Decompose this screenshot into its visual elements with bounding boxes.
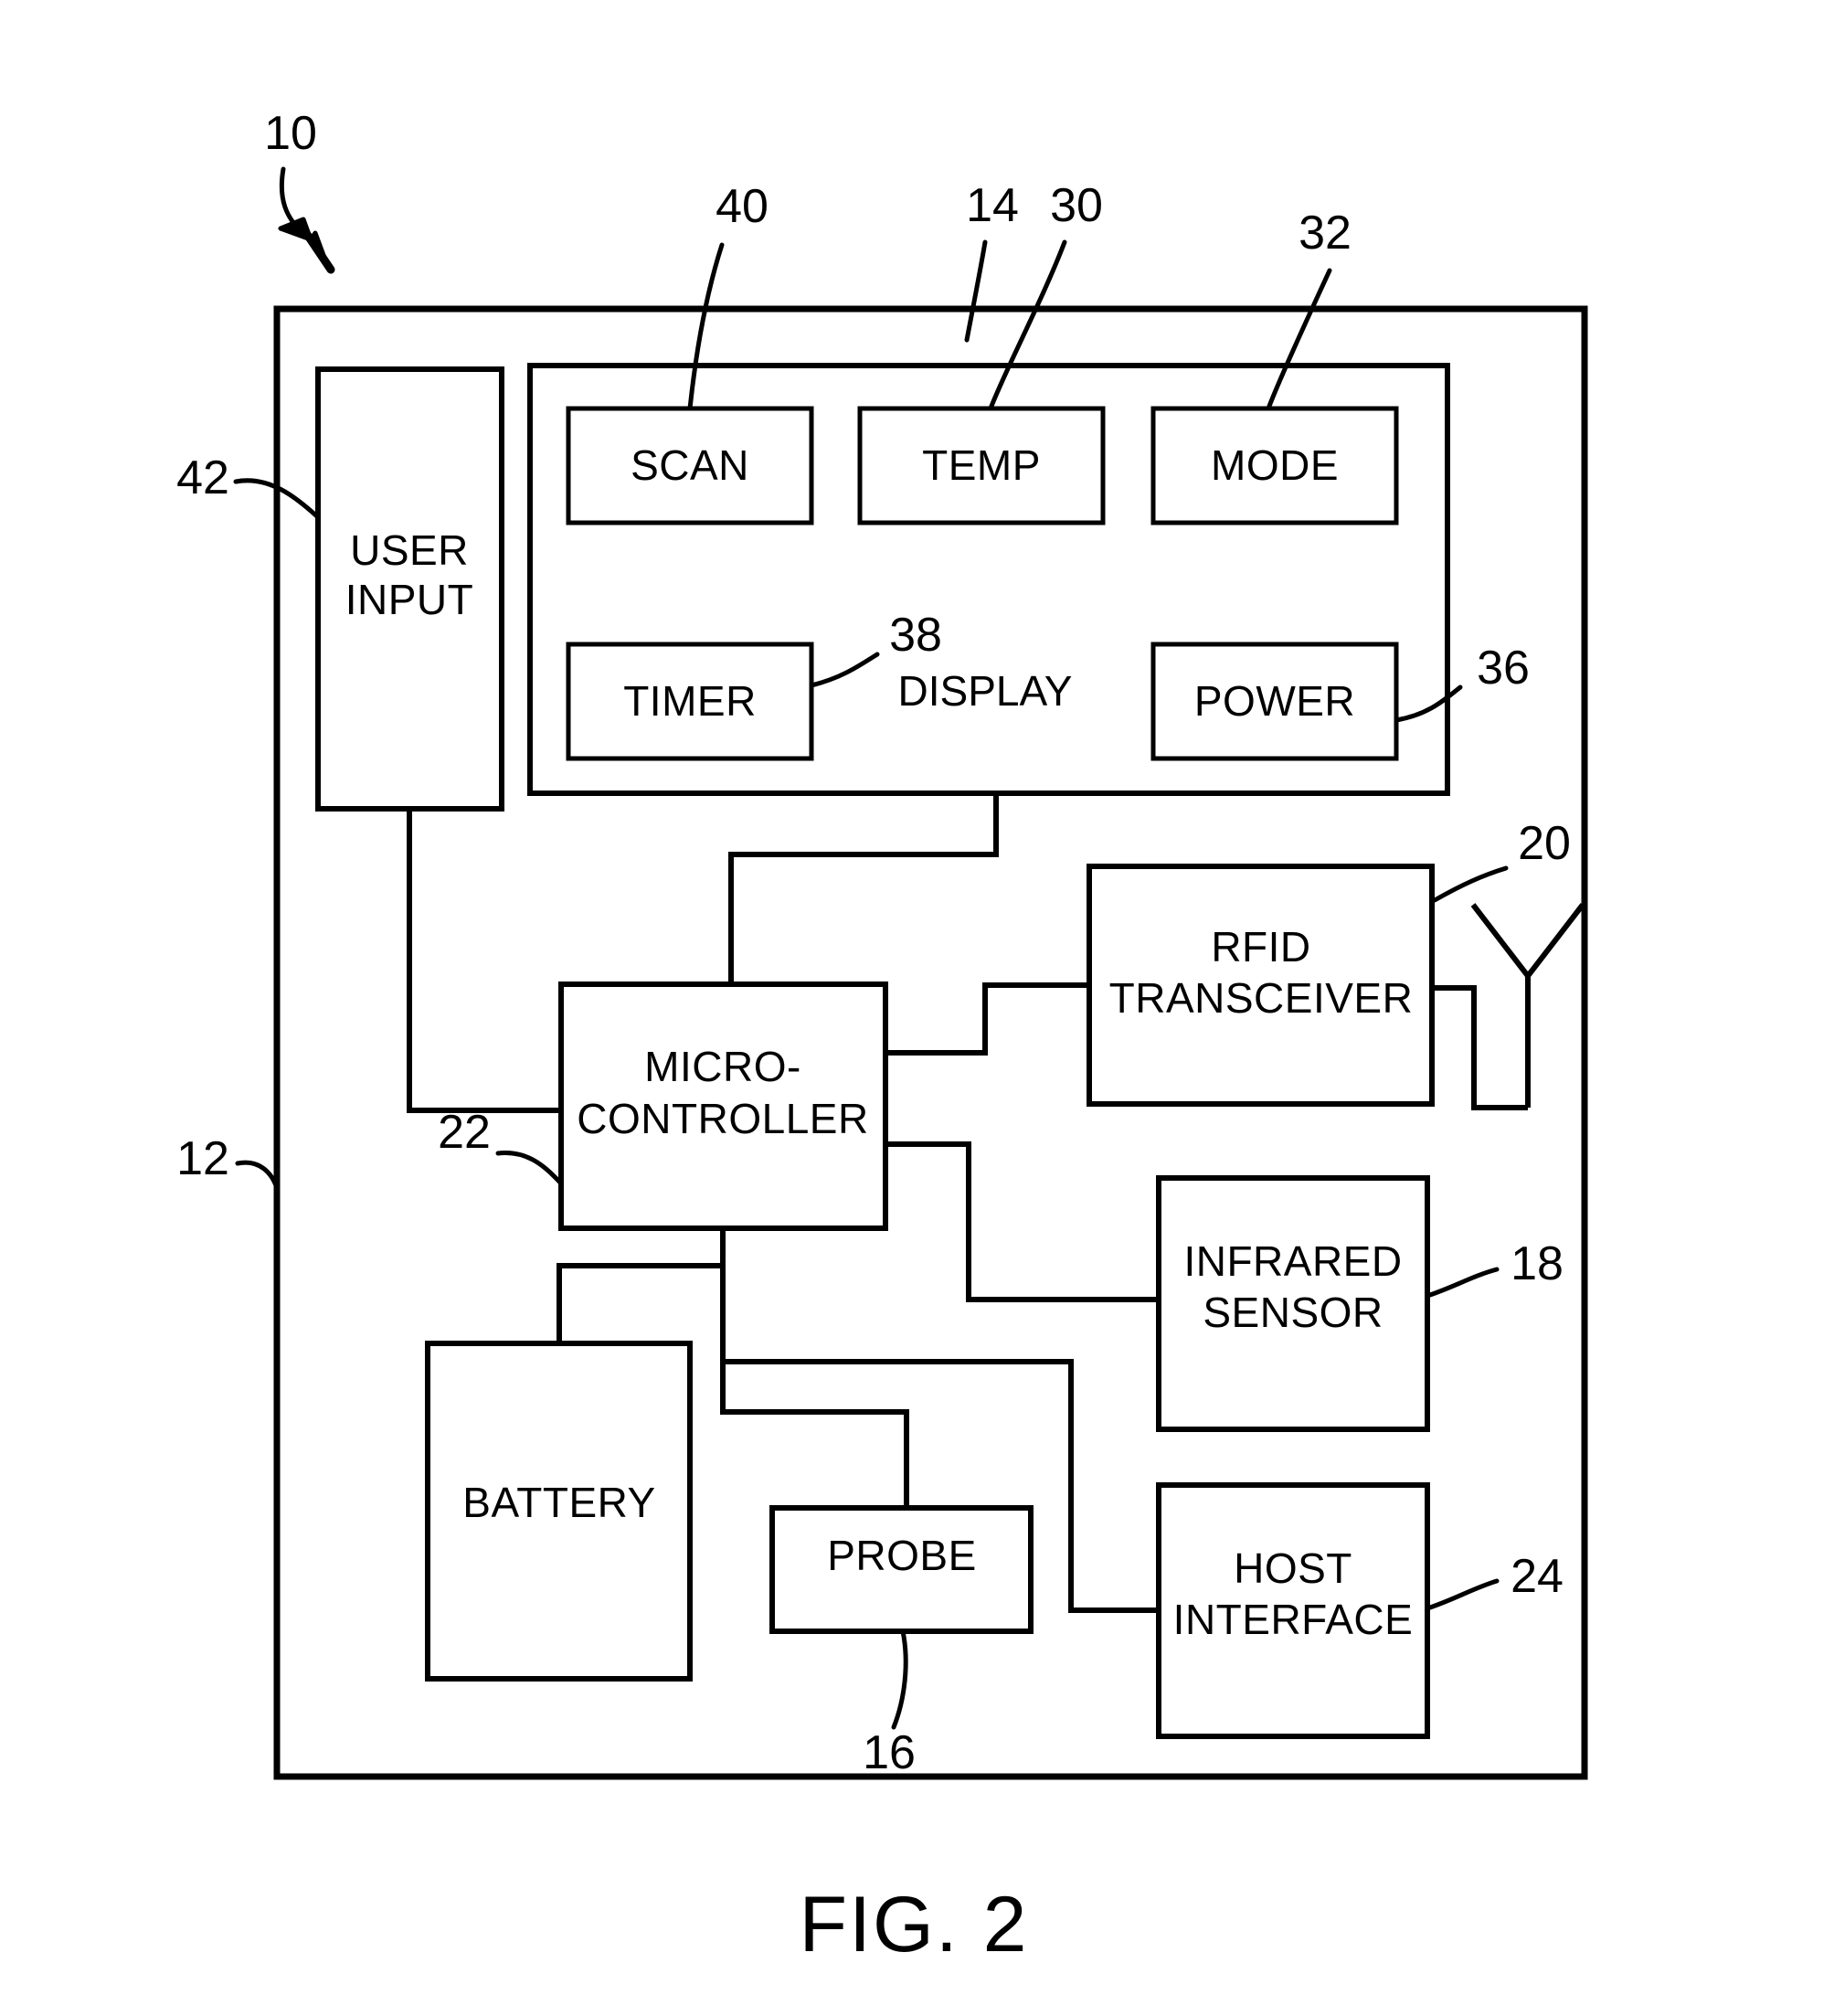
- leader-line-12: [235, 1160, 280, 1191]
- mode-button-label: MODE: [1211, 441, 1339, 489]
- ref-label-18: 18: [1511, 1237, 1564, 1290]
- microcontroller-label-line2: CONTROLLER: [577, 1095, 868, 1142]
- battery-label: BATTERY: [462, 1479, 655, 1526]
- ref-label-36: 36: [1477, 642, 1530, 695]
- host-label-line2: INTERFACE: [1173, 1596, 1414, 1643]
- device-leader-10: [278, 166, 335, 274]
- user-input-label-line2: INPUT: [345, 576, 474, 623]
- patent-figure: 10 12 14 DISPLAY SCAN 40 TEMP 30 MODE 32…: [0, 0, 1834, 2016]
- scan-button-label: SCAN: [631, 441, 749, 489]
- host-label-line1: HOST: [1234, 1544, 1352, 1592]
- ref-label-24: 24: [1511, 1550, 1564, 1603]
- ref-label-10: 10: [264, 107, 317, 160]
- infrared-label-line2: SENSOR: [1203, 1289, 1383, 1336]
- ref-label-20: 20: [1518, 817, 1571, 870]
- user-input-label-line1: USER: [350, 526, 469, 574]
- infrared-label-line1: INFRARED: [1183, 1237, 1402, 1285]
- ref-label-22: 22: [438, 1106, 491, 1159]
- ref-label-16: 16: [863, 1726, 916, 1779]
- rfid-label-line1: RFID: [1211, 923, 1310, 971]
- ref-label-30: 30: [1050, 179, 1103, 232]
- probe-label: PROBE: [827, 1532, 977, 1579]
- ref-label-12: 12: [176, 1132, 229, 1185]
- ref-label-32: 32: [1299, 207, 1352, 260]
- temp-button-label: TEMP: [922, 441, 1041, 489]
- power-button-label: POWER: [1194, 677, 1355, 725]
- figure-caption: FIG. 2: [800, 1881, 1029, 1968]
- figure-canvas: 10 12 14 DISPLAY SCAN 40 TEMP 30 MODE 32…: [176, 107, 1588, 1968]
- rfid-label-line2: TRANSCEIVER: [1109, 974, 1414, 1022]
- ref-label-42: 42: [176, 451, 229, 504]
- display-label: DISPLAY: [898, 667, 1073, 715]
- microcontroller-label-line1: MICRO-: [644, 1043, 801, 1090]
- timer-button-label: TIMER: [623, 677, 757, 725]
- ref-label-38: 38: [889, 609, 942, 662]
- ref-label-40: 40: [716, 180, 769, 233]
- ref-label-14: 14: [966, 179, 1019, 232]
